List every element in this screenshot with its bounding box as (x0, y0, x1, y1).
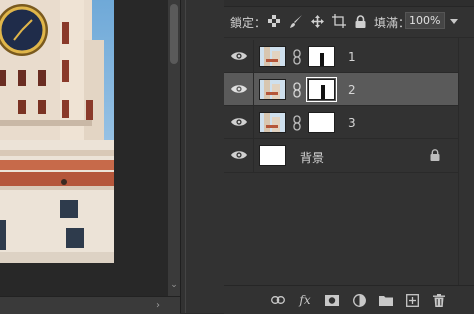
eye-column-divider (253, 40, 254, 73)
layer-mask-thumbnail[interactable] (308, 112, 335, 133)
lock-position-icon[interactable] (309, 13, 325, 29)
link-layers-icon[interactable] (270, 292, 286, 308)
visibility-eye-icon[interactable] (231, 83, 247, 95)
eye-column-divider (253, 139, 254, 172)
building-photo (0, 0, 114, 263)
adjustment-layer-icon[interactable] (351, 292, 367, 308)
lock-artboard-icon[interactable] (331, 13, 347, 29)
delete-icon[interactable] (431, 292, 447, 308)
lock-label: 鎖定： (230, 16, 267, 30)
mask-link-icon[interactable] (292, 49, 302, 65)
layer-thumbnail[interactable] (259, 79, 286, 100)
layer-row[interactable]: 2 (224, 73, 458, 106)
dock-divider (185, 0, 186, 313)
layer-row[interactable]: 1 (224, 40, 458, 73)
scroll-right-arrow-icon[interactable]: › (156, 297, 160, 314)
layer-thumbnail[interactable] (259, 145, 286, 166)
visibility-eye-icon[interactable] (231, 149, 247, 161)
eye-column-divider (253, 73, 254, 106)
lock-image-pixels-icon[interactable] (288, 13, 304, 29)
lock-icon (430, 149, 442, 162)
layer-row[interactable]: 3 (224, 106, 458, 139)
fx-icon[interactable]: fx (297, 292, 313, 308)
mask-link-icon[interactable] (292, 82, 302, 98)
canvas-vertical-scrollbar[interactable]: ⌄ (168, 0, 180, 296)
canvas-horizontal-scrollbar[interactable]: › (0, 296, 180, 314)
scroll-down-arrow-icon[interactable]: ⌄ (168, 278, 180, 292)
mask-link-icon[interactable] (292, 115, 302, 131)
layers-panel: 鎖定： 填滿： 100% 1 2 3 背景 fx (224, 0, 474, 314)
lock-all-icon[interactable] (352, 13, 368, 29)
lock-bar-divider (224, 37, 474, 38)
layer-thumbnail[interactable] (259, 46, 286, 67)
layer-mask-thumbnail[interactable] (308, 46, 335, 67)
layer-name[interactable]: 背景 (300, 149, 324, 166)
layer-mask-thumbnail[interactable] (306, 77, 337, 102)
lock-transparent-pixels-icon[interactable] (266, 13, 282, 29)
background-layer-row[interactable]: 背景 (224, 139, 458, 173)
lock-toolbar: 鎖定： 填滿： 100% (224, 8, 474, 34)
new-layer-icon[interactable] (404, 292, 420, 308)
layer-thumbnail[interactable] (259, 112, 286, 133)
add-mask-icon[interactable] (324, 292, 340, 308)
layer-name[interactable]: 1 (348, 50, 356, 64)
layers-scrollbar[interactable] (458, 38, 474, 285)
layer-name[interactable]: 2 (348, 83, 356, 97)
new-group-icon[interactable] (378, 292, 394, 308)
fill-opacity-input[interactable] (405, 12, 445, 29)
eye-column-divider (253, 106, 254, 139)
chevron-down-icon[interactable] (448, 13, 460, 29)
vertical-scroll-thumb[interactable] (170, 4, 178, 64)
panel-dock-strip (180, 0, 226, 313)
document-canvas[interactable] (0, 0, 168, 296)
visibility-eye-icon[interactable] (231, 50, 247, 62)
layer-name[interactable]: 3 (348, 116, 356, 130)
panel-header-edge (224, 0, 474, 7)
visibility-eye-icon[interactable] (231, 116, 247, 128)
layers-bottom-toolbar: fx (224, 285, 474, 314)
